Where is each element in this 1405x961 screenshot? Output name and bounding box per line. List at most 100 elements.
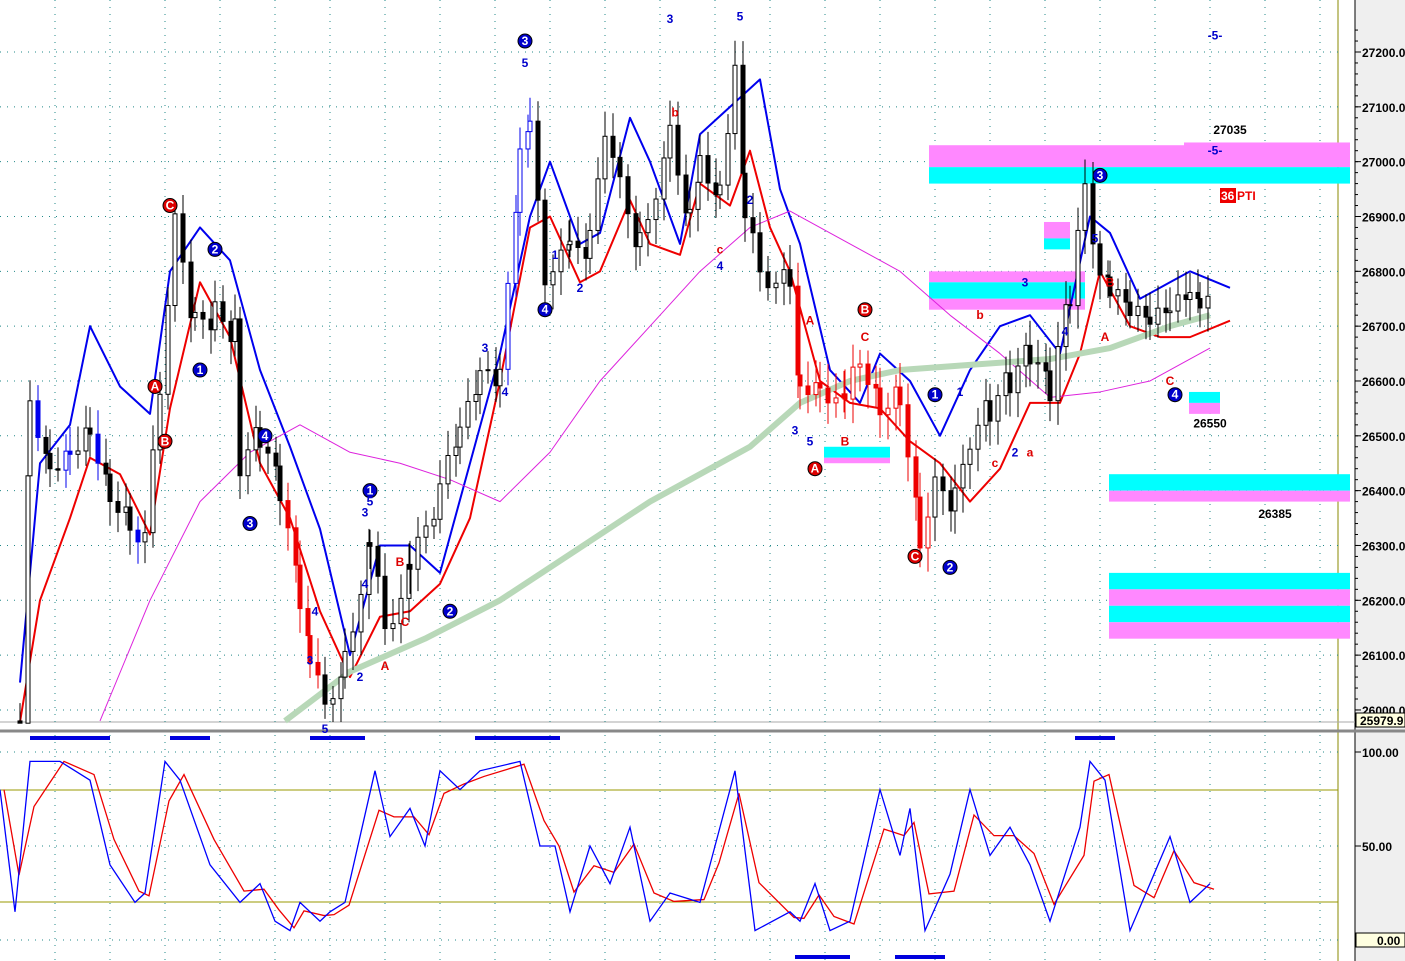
wave-label: A xyxy=(811,462,820,476)
candle-body xyxy=(285,500,291,529)
candle-body xyxy=(1183,294,1189,300)
y-tick-label: 26500.0 xyxy=(1362,430,1405,444)
candle-body xyxy=(465,400,471,428)
pti-number: 36 xyxy=(1221,189,1235,203)
y-tick-label: 26600.0 xyxy=(1362,375,1405,389)
candle-body xyxy=(1147,316,1153,325)
wave-label: 1 xyxy=(197,363,204,377)
candle-body xyxy=(595,178,601,231)
candle-body xyxy=(995,395,1001,422)
candle-body xyxy=(55,468,61,471)
wave-label: C xyxy=(1166,374,1175,388)
candle-body xyxy=(683,174,689,214)
wave-label: 2 xyxy=(747,193,754,207)
candle-body xyxy=(637,232,643,248)
wave-label: 2 xyxy=(947,560,954,574)
candle-body xyxy=(1175,294,1181,312)
candle-body xyxy=(212,301,218,331)
candle-body xyxy=(43,436,49,454)
candle-body xyxy=(17,720,23,724)
candle-body xyxy=(1007,372,1013,394)
candle-body xyxy=(602,135,608,180)
candle-body xyxy=(367,542,373,547)
candle-body xyxy=(732,64,738,135)
candle-body xyxy=(517,148,523,213)
candle-body xyxy=(1047,370,1053,402)
candle-body xyxy=(625,176,631,215)
candle-body xyxy=(513,211,519,284)
candle-body xyxy=(200,311,206,320)
candle-body xyxy=(932,476,938,518)
y-tick-label: 26800.0 xyxy=(1362,265,1405,279)
candle-body xyxy=(35,400,41,438)
wave-label: C xyxy=(166,199,175,213)
candle-body xyxy=(350,631,356,652)
candle-body xyxy=(431,518,437,527)
candle-body xyxy=(87,427,93,435)
candle-body xyxy=(817,382,823,389)
wave-label: 4 xyxy=(1062,325,1069,339)
candle-body xyxy=(107,473,113,503)
candle-body xyxy=(423,525,429,538)
candle-body xyxy=(797,374,803,387)
wave-label: C xyxy=(911,549,920,563)
candle-body xyxy=(208,318,214,331)
candle-body xyxy=(558,249,564,273)
wave-label: 4 xyxy=(362,577,369,591)
projection-zone xyxy=(1109,622,1350,639)
candle-body xyxy=(610,135,616,158)
candle-body xyxy=(273,452,279,467)
candle-body xyxy=(805,385,811,396)
candle-body xyxy=(1055,346,1061,402)
candle-body xyxy=(885,407,891,416)
candle-body xyxy=(960,463,966,489)
candle-body xyxy=(873,383,879,389)
candle-body xyxy=(987,400,993,422)
candle-body xyxy=(575,240,581,249)
candle-body xyxy=(877,387,883,416)
candle-body xyxy=(27,400,33,477)
wave-label: 3 xyxy=(307,654,314,668)
wave-label: -5- xyxy=(1208,29,1223,43)
candle-body xyxy=(850,366,856,400)
candle-body xyxy=(661,157,667,200)
projection-zone xyxy=(1189,402,1220,414)
candle-body xyxy=(535,120,541,201)
wave-label: B xyxy=(1106,275,1115,289)
wave-label: 3 xyxy=(667,12,674,26)
candle-body xyxy=(865,363,871,385)
candle-body xyxy=(127,506,133,531)
candle-body xyxy=(925,516,931,549)
wave-label: B xyxy=(396,555,405,569)
candle-body xyxy=(75,450,81,455)
wave-label: 4 xyxy=(312,604,319,618)
candle-body xyxy=(773,282,779,289)
candle-body xyxy=(740,64,746,174)
projection-zone xyxy=(929,271,1085,283)
y-tick-label: 26300.0 xyxy=(1362,539,1405,553)
candle-body xyxy=(1082,183,1088,231)
stock-chart: CAB21431234ABC123453 55bc42ABC35b342 ac1BA… xyxy=(0,0,1405,961)
candle-body xyxy=(765,271,771,289)
candle-body xyxy=(505,282,511,370)
axis-min-label: 25979.9 xyxy=(1360,714,1404,728)
projection-zone xyxy=(1189,391,1220,403)
candle-body xyxy=(165,305,171,395)
wave-label: 4 xyxy=(717,259,724,273)
candle-body xyxy=(948,490,954,512)
candle-body xyxy=(1187,291,1193,300)
signal-marker-bar xyxy=(795,955,850,959)
candle-body xyxy=(1135,305,1141,317)
osc-tick-label: 50.00 xyxy=(1362,840,1392,854)
wave-label: 2 xyxy=(577,281,584,295)
candle-body xyxy=(1143,305,1149,318)
candle-body xyxy=(1127,301,1133,317)
candle-body xyxy=(542,199,548,286)
candle-body xyxy=(277,465,283,502)
y-tick-label: 26700.0 xyxy=(1362,320,1405,334)
osc-tick-label: 100.00 xyxy=(1362,746,1399,760)
signal-marker-bar xyxy=(30,736,110,740)
y-tick-label: 27000.0 xyxy=(1362,156,1405,170)
candle-body xyxy=(750,217,756,234)
candle-body xyxy=(633,213,639,248)
